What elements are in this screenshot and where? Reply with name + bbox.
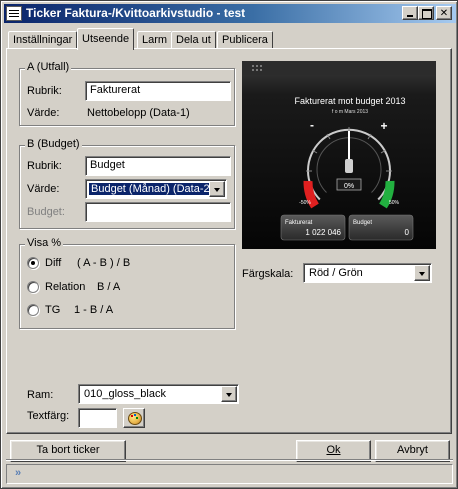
tab-label: Larm	[142, 34, 168, 46]
tab-utseende[interactable]: Utseende	[77, 28, 135, 50]
cancel-label: Avbryt	[397, 444, 428, 456]
gauge-preview-graphic: Fakturerat mot budget 2013 f o m Mars 20…	[242, 61, 436, 249]
gauge-left-scale: -50%	[299, 200, 311, 206]
preview-box-a-label: Fakturerat	[285, 220, 313, 226]
title-bar[interactable]: Ticker Faktura-/Kvittoarkivstudio - test…	[4, 4, 456, 23]
preview-box-b	[348, 214, 414, 241]
minimize-button[interactable]	[402, 6, 418, 20]
radio-diff[interactable]	[27, 257, 39, 269]
fargskala-selected: Röd / Grön	[309, 267, 363, 279]
group-b-varde-selected: Budget (Månad) (Data-2)	[87, 182, 217, 196]
textfarg-swatch[interactable]	[78, 408, 117, 428]
preview-minus-label: -	[310, 118, 314, 132]
group-a-varde-label: Värde:	[27, 107, 60, 119]
preview-header-strip	[242, 61, 436, 75]
fargskala-select[interactable]: Röd / Grön	[303, 263, 432, 283]
radio-relation-formula: B / A	[97, 281, 121, 293]
tab-label: Inställningar	[13, 34, 73, 46]
group-b-varde-label: Värde:	[27, 183, 60, 195]
radio-tg-label[interactable]: TG	[45, 304, 60, 316]
palette-icon[interactable]	[123, 408, 145, 428]
status-expand-icon[interactable]: »	[15, 467, 21, 479]
footer-separator	[6, 459, 453, 461]
ok-label: Ok	[326, 444, 341, 456]
preview-title: Fakturerat mot budget 2013	[294, 96, 405, 106]
gauge-needle-hub	[345, 159, 353, 173]
tab-label: Dela ut	[176, 34, 211, 46]
radio-diff-label[interactable]: Diff	[45, 257, 61, 269]
remove-ticker-label: Ta bort ticker	[36, 444, 100, 456]
fargskala-label: Färgskala:	[242, 268, 294, 280]
chevron-down-icon[interactable]	[414, 265, 430, 281]
radio-relation-label[interactable]: Relation	[45, 281, 85, 293]
tab-installningar[interactable]: Inställningar	[8, 31, 78, 49]
group-b-rubrik-input[interactable]: Budget	[85, 156, 231, 176]
tab-publicera[interactable]: Publicera	[217, 31, 273, 49]
group-b-budget-input[interactable]	[85, 202, 231, 222]
tab-label: Publicera	[222, 34, 268, 46]
close-icon: ✕	[439, 8, 449, 19]
tab-label: Utseende	[82, 33, 130, 45]
group-b-budget-label: Budget:	[27, 206, 65, 218]
ram-select[interactable]: 010_gloss_black	[78, 384, 239, 404]
maximize-button[interactable]	[418, 6, 434, 20]
group-a-legend: A (Utfall)	[25, 61, 72, 73]
app-icon	[6, 6, 22, 21]
close-button[interactable]: ✕	[436, 6, 452, 20]
gauge-center-value: 0%	[344, 183, 354, 190]
radio-diff-formula: ( A - B ) / B	[77, 257, 131, 269]
ram-label: Ram:	[27, 389, 54, 401]
textfarg-label: Textfärg:	[27, 410, 70, 422]
gauge-right-scale: 50%	[389, 200, 400, 206]
radio-tg-formula: 1 - B / A	[74, 304, 114, 316]
preview-plus-label: +	[380, 119, 387, 133]
window-title: Ticker Faktura-/Kvittoarkivstudio - test	[26, 6, 246, 20]
group-a-rubrik-input[interactable]: Fakturerat	[85, 81, 231, 101]
preview-subtitle: f o m Mars 2013	[332, 109, 368, 115]
group-b-legend: B (Budget)	[25, 138, 82, 150]
preview-box-b-label: Budget	[353, 220, 372, 226]
group-b-rubrik-label: Rubrik:	[27, 160, 62, 172]
ticker-preview: Fakturerat mot budget 2013 f o m Mars 20…	[242, 61, 436, 249]
group-a-varde-value: Nettobelopp (Data-1)	[87, 107, 190, 119]
preview-box-b-value: 0	[405, 228, 410, 237]
preview-box-a-value: 1 022 046	[305, 228, 341, 237]
chevron-down-icon[interactable]	[221, 386, 237, 402]
group-b-varde-select[interactable]: Budget (Månad) (Data-2)	[85, 179, 227, 199]
dialog-window: Ticker Faktura-/Kvittoarkivstudio - test…	[0, 0, 458, 489]
group-visa-legend: Visa %	[25, 237, 64, 249]
radio-relation[interactable]	[27, 281, 39, 293]
ram-selected: 010_gloss_black	[84, 388, 166, 400]
radio-tg[interactable]	[27, 304, 39, 316]
status-bar: »	[6, 464, 453, 484]
chevron-down-icon[interactable]	[209, 181, 225, 197]
tab-larm[interactable]: Larm	[137, 31, 173, 49]
group-a-rubrik-label: Rubrik:	[27, 85, 62, 97]
tab-dela-ut[interactable]: Dela ut	[171, 31, 216, 49]
